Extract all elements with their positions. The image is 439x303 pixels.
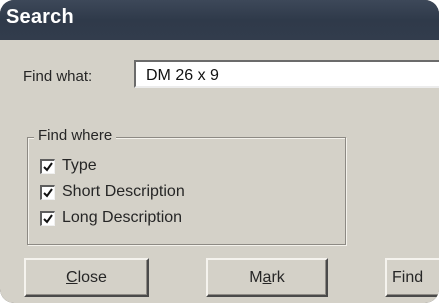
short-description-checkbox[interactable] xyxy=(40,185,55,200)
find-what-label: Find what: xyxy=(23,68,93,85)
checkmark-icon xyxy=(43,188,53,198)
dialog-body: Find what: Find where Type Short Descrip… xyxy=(0,40,439,303)
checkmark-icon xyxy=(43,162,53,172)
close-label-rest: lose xyxy=(77,269,107,286)
mark-button[interactable]: Mark xyxy=(206,258,328,297)
close-button[interactable]: Close xyxy=(24,258,149,297)
mark-label-rest: rk xyxy=(271,269,285,286)
close-mnemonic: C xyxy=(66,269,78,286)
long-description-checkbox[interactable] xyxy=(40,211,55,226)
find-label: Find xyxy=(392,269,424,286)
search-dialog: Search Find what: Find where Type Short … xyxy=(0,0,439,303)
checkmark-icon xyxy=(43,214,53,224)
find-what-input[interactable] xyxy=(134,60,439,88)
type-checkbox[interactable] xyxy=(40,159,55,174)
short-description-label: Short Description xyxy=(62,183,185,200)
mark-label-prefix: M xyxy=(249,269,263,286)
window-title: Search xyxy=(6,6,74,28)
find-button[interactable]: Find xyxy=(385,258,439,297)
title-bar[interactable]: Search xyxy=(0,0,439,40)
type-label: Type xyxy=(62,157,97,174)
long-description-label: Long Description xyxy=(62,209,183,226)
find-where-legend: Find where xyxy=(34,127,117,144)
